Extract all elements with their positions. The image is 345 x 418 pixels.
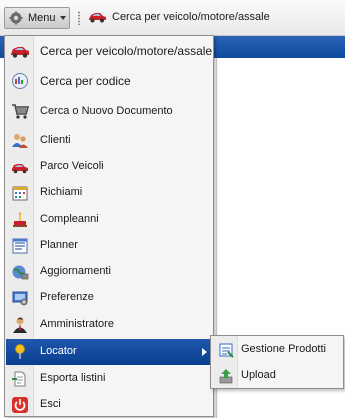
customers-icon <box>12 134 28 148</box>
administrator-icon <box>13 317 27 333</box>
preferences-icon <box>12 291 28 306</box>
birthday-cake-icon <box>13 212 27 227</box>
toolbar-vehicle-search-label: Cerca per veicolo/motore/assale <box>112 11 270 23</box>
toolbar-separator <box>78 11 80 25</box>
recall-calendar-icon <box>12 186 28 201</box>
submenu-item-label: Upload <box>241 369 276 381</box>
export-document-icon <box>12 371 26 387</box>
menu-item-planner[interactable]: Planner <box>6 233 213 259</box>
gear-icon <box>9 11 23 25</box>
main-menu: Cerca per veicolo/motore/assale Cerca pe… <box>4 35 214 417</box>
menu-item-label: Preferenze <box>40 291 94 303</box>
menu-item-birthdays[interactable]: Compleanni <box>6 207 213 233</box>
updates-globe-icon <box>12 265 29 280</box>
menu-item-customers[interactable]: Clienti <box>6 128 213 154</box>
menu-item-exit[interactable]: Esci <box>6 392 213 418</box>
menu-item-export-lists[interactable]: Esporta listini <box>6 366 213 392</box>
submenu-item-upload[interactable]: Upload <box>212 364 343 388</box>
planner-icon <box>12 238 28 254</box>
locator-pin-icon <box>15 344 25 359</box>
upload-icon <box>219 369 233 384</box>
menu-item-label: Esci <box>40 398 61 410</box>
menu-item-label: Esporta listini <box>40 372 106 384</box>
menu-item-preferences[interactable]: Preferenze <box>6 285 213 311</box>
vehicle-fleet-icon <box>12 164 28 174</box>
locator-submenu: Gestione Prodotti Upload <box>210 335 344 389</box>
menu-item-locator[interactable]: Locator <box>6 339 213 365</box>
car-search-icon <box>11 47 29 58</box>
submenu-item-product-management[interactable]: Gestione Prodotti <box>212 338 343 362</box>
menu-item-label: Aggiornamenti <box>40 265 111 277</box>
menu-item-label: Planner <box>40 239 78 251</box>
toolbar: Menu Cerca per veicolo/motore/assale <box>0 0 345 36</box>
menu-item-vehicle-search[interactable]: Cerca per veicolo/motore/assale <box>6 38 213 64</box>
menu-item-label: Cerca per veicolo/motore/assale <box>40 44 213 58</box>
menu-item-label: Parco Veicoli <box>40 160 104 172</box>
menu-item-vehicle-fleet[interactable]: Parco Veicoli <box>6 154 213 180</box>
menu-item-updates[interactable]: Aggiornamenti <box>6 259 213 285</box>
cart-icon <box>12 104 29 119</box>
menu-item-label: Cerca per codice <box>40 74 131 88</box>
menu-button-label: Menu <box>28 12 56 24</box>
chevron-right-icon <box>202 348 207 356</box>
menu-item-administrator[interactable]: Amministratore <box>6 312 213 338</box>
menu-item-document[interactable]: Cerca o Nuovo Documento <box>6 99 213 125</box>
menu-item-recalls[interactable]: Richiami <box>6 180 213 206</box>
car-search-icon <box>89 13 106 23</box>
menu-item-label: Richiami <box>40 186 83 198</box>
power-icon <box>12 397 28 413</box>
menu-item-code-search[interactable]: Cerca per codice <box>6 67 213 93</box>
menu-item-label: Compleanni <box>40 213 99 225</box>
menu-button[interactable]: Menu <box>4 7 70 29</box>
code-search-icon <box>12 73 28 89</box>
product-management-icon <box>219 343 234 358</box>
chevron-down-icon <box>59 16 66 20</box>
toolbar-vehicle-search-button[interactable]: Cerca per veicolo/motore/assale <box>87 10 270 24</box>
menu-item-label: Cerca o Nuovo Documento <box>40 105 173 117</box>
menu-item-label: Clienti <box>40 134 71 146</box>
submenu-item-label: Gestione Prodotti <box>241 343 326 355</box>
menu-item-label: Amministratore <box>40 318 114 330</box>
menu-item-label: Locator <box>40 345 77 357</box>
